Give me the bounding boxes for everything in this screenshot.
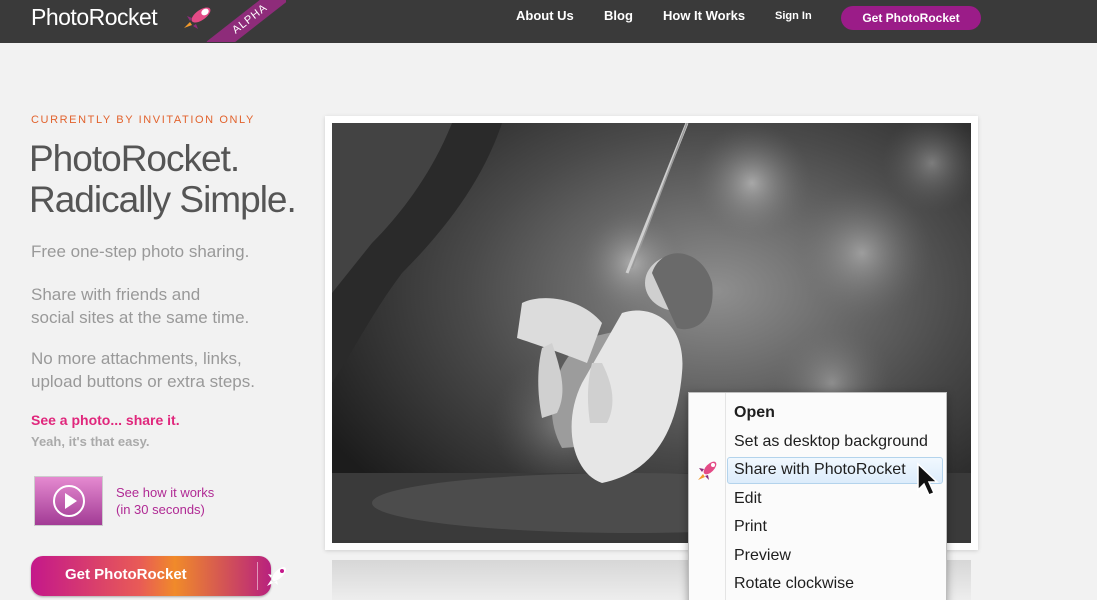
nav-how-it-works[interactable]: How It Works	[663, 8, 745, 23]
context-menu-item-set-desktop-background[interactable]: Set as desktop background	[734, 433, 928, 451]
nav-about-us[interactable]: About Us	[516, 8, 574, 23]
see-how-it-works-link[interactable]: See how it works (in 30 seconds)	[116, 484, 214, 518]
feature-text-1: Free one-step photo sharing.	[31, 242, 250, 261]
rocket-icon	[267, 567, 286, 586]
cursor-icon	[917, 462, 939, 496]
feature-text-3: No more attachments, links, upload butto…	[31, 349, 255, 391]
rocket-icon	[698, 461, 717, 480]
get-photorocket-nav-button[interactable]: Get PhotoRocket	[841, 6, 981, 30]
context-menu-item-open[interactable]: Open	[734, 404, 775, 422]
context-menu-item-rotate-clockwise[interactable]: Rotate clockwise	[734, 575, 854, 593]
headline-line-2: Radically Simple.	[29, 179, 297, 220]
context-menu-item-edit[interactable]: Edit	[734, 490, 762, 508]
video-thumbnail[interactable]	[34, 476, 103, 526]
nav-sign-in[interactable]: Sign In	[775, 10, 812, 22]
context-menu-item-print[interactable]: Print	[734, 518, 767, 536]
context-menu: Open Set as desktop background Share wit…	[688, 392, 947, 600]
tagline-subtext: Yeah, it's that easy.	[31, 434, 150, 449]
get-photorocket-button[interactable]: Get PhotoRocket	[31, 556, 286, 596]
tagline: See a photo... share it.	[31, 412, 180, 428]
alpha-badge: ALPHA	[200, 0, 286, 42]
context-menu-item-preview[interactable]: Preview	[734, 547, 791, 565]
context-menu-item-share-with-photorocket[interactable]: Share with PhotoRocket	[734, 461, 906, 479]
invitation-only-label: CURRENTLY BY INVITATION ONLY	[31, 114, 255, 126]
headline-line-1: PhotoRocket.	[29, 138, 240, 179]
page-headline: PhotoRocket. Radically Simple.	[29, 138, 297, 220]
logo-text[interactable]: PhotoRocket	[31, 4, 158, 31]
top-navigation-bar: PhotoRocket ALPHA About Us Blog How It W…	[0, 0, 1097, 43]
nav-blog[interactable]: Blog	[604, 8, 633, 23]
get-photorocket-button-label: Get PhotoRocket	[65, 566, 187, 583]
feature-text-2: Share with friends and social sites at t…	[31, 285, 250, 327]
